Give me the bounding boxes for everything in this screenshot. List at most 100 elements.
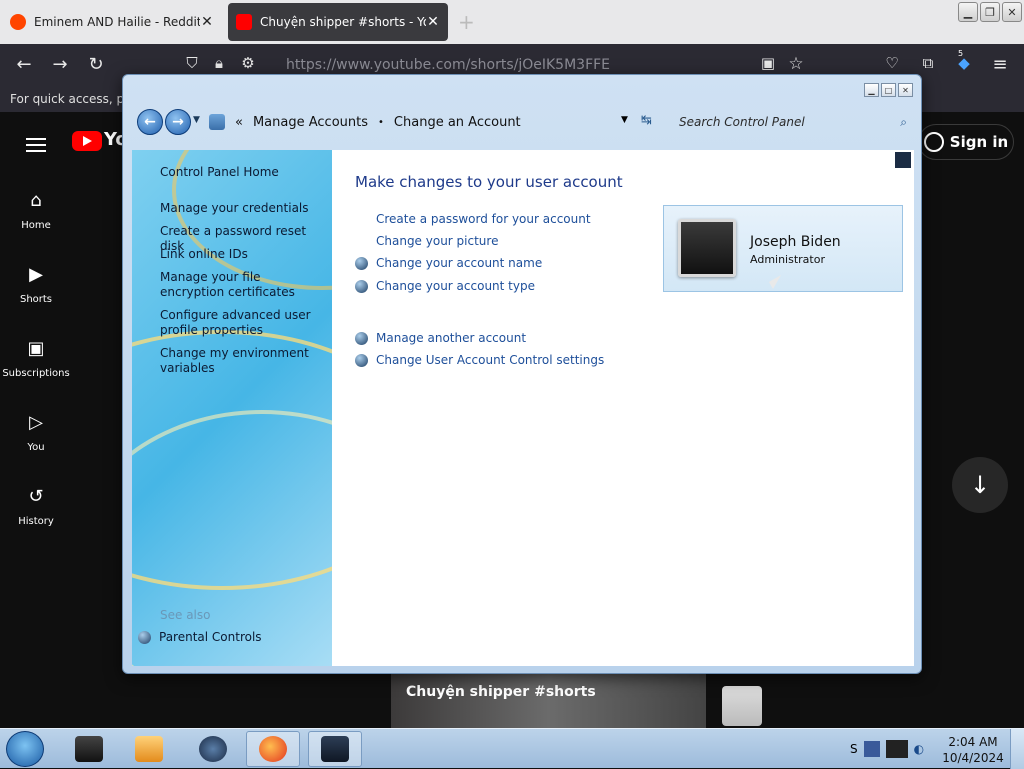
network-icon[interactable] <box>863 741 880 757</box>
link-label: Change User Account Control settings <box>376 353 605 367</box>
breadcrumb-overflow[interactable]: « <box>235 115 243 130</box>
link-label: Change your picture <box>376 234 499 248</box>
close-tab-button[interactable]: ✕ <box>426 14 440 30</box>
hamburger-menu-icon[interactable] <box>26 134 46 156</box>
breadcrumb-manage-accounts[interactable]: Manage Accounts <box>253 115 368 130</box>
clock-time: 2:04 AM <box>948 735 998 749</box>
link-label: Create a password for your account <box>376 212 591 226</box>
back-button[interactable]: ← <box>137 109 163 135</box>
menu-icon[interactable]: ≡ <box>988 54 1012 75</box>
taskbar-app-media[interactable] <box>122 731 176 767</box>
new-tab-button[interactable]: + <box>458 10 475 34</box>
parental-controls-link[interactable]: Parental Controls <box>138 630 262 644</box>
maximize-icon[interactable]: □ <box>881 83 896 97</box>
taskbar-app-terminal[interactable] <box>62 731 116 767</box>
nav-label: Home <box>21 220 51 231</box>
shield-icon <box>355 279 368 293</box>
refresh-icon[interactable]: ↹ <box>641 113 652 128</box>
nav-subscriptions[interactable]: ▣ Subscriptions <box>0 338 72 379</box>
tab-reddit[interactable]: Eminem AND Hailie - Reddit Se ✕ <box>2 3 222 41</box>
address-dropdown-icon[interactable]: ▼ <box>621 115 628 125</box>
url-text[interactable]: https://www.youtube.com/shorts/jOeIK5M3F… <box>286 57 610 73</box>
start-button[interactable] <box>6 731 44 767</box>
back-icon[interactable]: ← <box>12 54 36 75</box>
shield-icon <box>355 256 368 270</box>
link-online-ids-link[interactable]: Link online IDs <box>160 247 325 262</box>
control-panel-home-link[interactable]: Control Panel Home <box>160 165 325 180</box>
advanced-profile-link[interactable]: Configure advanced user profile properti… <box>160 308 325 338</box>
system-tray: S ◐ <box>842 731 938 767</box>
control-panel-window: ▁ □ ✕ ← → ▼ « Manage Accounts • Change a… <box>122 74 922 674</box>
home-icon: ⌂ <box>30 190 42 211</box>
extensions-icon[interactable]: ⧉ <box>916 54 940 72</box>
taskbar: S ◐ 2:04 AM 10/4/2024 <box>0 728 1024 769</box>
manage-another-account-link[interactable]: Manage another account <box>355 331 526 345</box>
address-breadcrumb[interactable]: « Manage Accounts • Change an Account <box>209 109 669 135</box>
shield-icon <box>138 630 151 644</box>
tray-text: S <box>850 742 858 756</box>
terminal-icon <box>75 736 103 762</box>
sign-in-label: Sign in <box>949 133 1009 151</box>
change-picture-link[interactable]: Change your picture <box>355 234 498 248</box>
close-tab-button[interactable]: ✕ <box>200 14 214 30</box>
nav-home[interactable]: ⌂ Home <box>0 190 72 231</box>
video-title[interactable]: Chuyện shipper #shorts <box>406 684 596 700</box>
change-account-name-link[interactable]: Change your account name <box>355 256 542 270</box>
nav-label: You <box>27 442 45 453</box>
account-tile: Joseph Biden Administrator <box>663 205 903 292</box>
nav-shorts[interactable]: ▶ Shorts <box>0 264 72 305</box>
manage-credentials-link[interactable]: Manage your credentials <box>160 201 325 216</box>
history-dropdown-icon[interactable]: ▼ <box>193 115 200 125</box>
help-icon[interactable] <box>895 152 911 168</box>
change-account-type-link[interactable]: Change your account type <box>355 279 535 293</box>
create-password-link[interactable]: Create a password for your account <box>355 212 591 226</box>
clock-date: 10/4/2024 <box>942 751 1004 765</box>
search-icon[interactable]: ⌕ <box>900 115 907 129</box>
account-name: Joseph Biden <box>750 234 841 250</box>
forward-icon[interactable]: → <box>48 54 72 75</box>
taskbar-app-globe[interactable] <box>186 731 240 767</box>
nav-history[interactable]: ↺ History <box>0 486 72 527</box>
shield-icon <box>355 353 368 367</box>
short-video-player[interactable] <box>391 674 706 728</box>
close-icon[interactable]: ✕ <box>898 83 913 97</box>
browser-tab-bar: Eminem AND Hailie - Reddit Se ✕ Chuyện s… <box>0 0 1024 44</box>
forward-button[interactable]: → <box>165 109 191 135</box>
environment-variables-link[interactable]: Change my environment variables <box>160 346 325 376</box>
show-desktop-button[interactable] <box>1010 729 1024 769</box>
display-icon[interactable] <box>885 740 908 758</box>
taskbar-app-firefox[interactable] <box>246 731 300 767</box>
restore-icon[interactable]: ❐ <box>980 2 1000 22</box>
history-icon: ↺ <box>28 486 44 507</box>
extension-badge-icon[interactable]: ◆ <box>952 54 976 72</box>
control-panel-icon <box>321 736 349 762</box>
minimize-icon[interactable]: ▁ <box>864 83 879 97</box>
channel-avatar[interactable] <box>722 686 762 726</box>
search-input[interactable]: Search Control Panel ⌕ <box>673 109 913 135</box>
reddit-icon <box>10 14 26 30</box>
you-icon: ▷ <box>29 412 43 433</box>
breadcrumb-change-account[interactable]: Change an Account <box>394 115 521 130</box>
minimize-icon[interactable]: ▁ <box>958 2 978 22</box>
account-role: Administrator <box>750 253 825 266</box>
next-video-button[interactable]: ↓ <box>952 457 1008 513</box>
youtube-logo-icon[interactable] <box>72 131 102 151</box>
close-icon[interactable]: ✕ <box>1002 2 1022 22</box>
taskbar-app-control-panel[interactable] <box>308 731 362 767</box>
sign-in-button[interactable]: Sign in <box>918 124 1014 160</box>
decorative-swoosh <box>132 410 332 666</box>
reload-icon[interactable]: ↻ <box>84 54 108 75</box>
clock[interactable]: 2:04 AM 10/4/2024 <box>942 734 1004 766</box>
link-label: Change your account name <box>376 256 543 270</box>
file-encryption-link[interactable]: Manage your file encryption certificates <box>160 270 325 300</box>
pocket-icon[interactable]: ♡ <box>880 54 904 72</box>
tab-youtube[interactable]: Chuyện shipper #shorts - YouTu ✕ <box>228 3 448 41</box>
shield-icon <box>355 331 368 345</box>
uac-settings-link[interactable]: Change User Account Control settings <box>355 353 604 367</box>
window-controls: ▁ ❐ ✕ <box>958 2 1022 22</box>
account-icon <box>923 132 944 152</box>
parental-controls-label: Parental Controls <box>159 630 262 644</box>
youtube-icon <box>236 14 252 30</box>
nav-you[interactable]: ▷ You <box>0 412 72 453</box>
speaker-icon[interactable]: ◐ <box>914 742 924 756</box>
